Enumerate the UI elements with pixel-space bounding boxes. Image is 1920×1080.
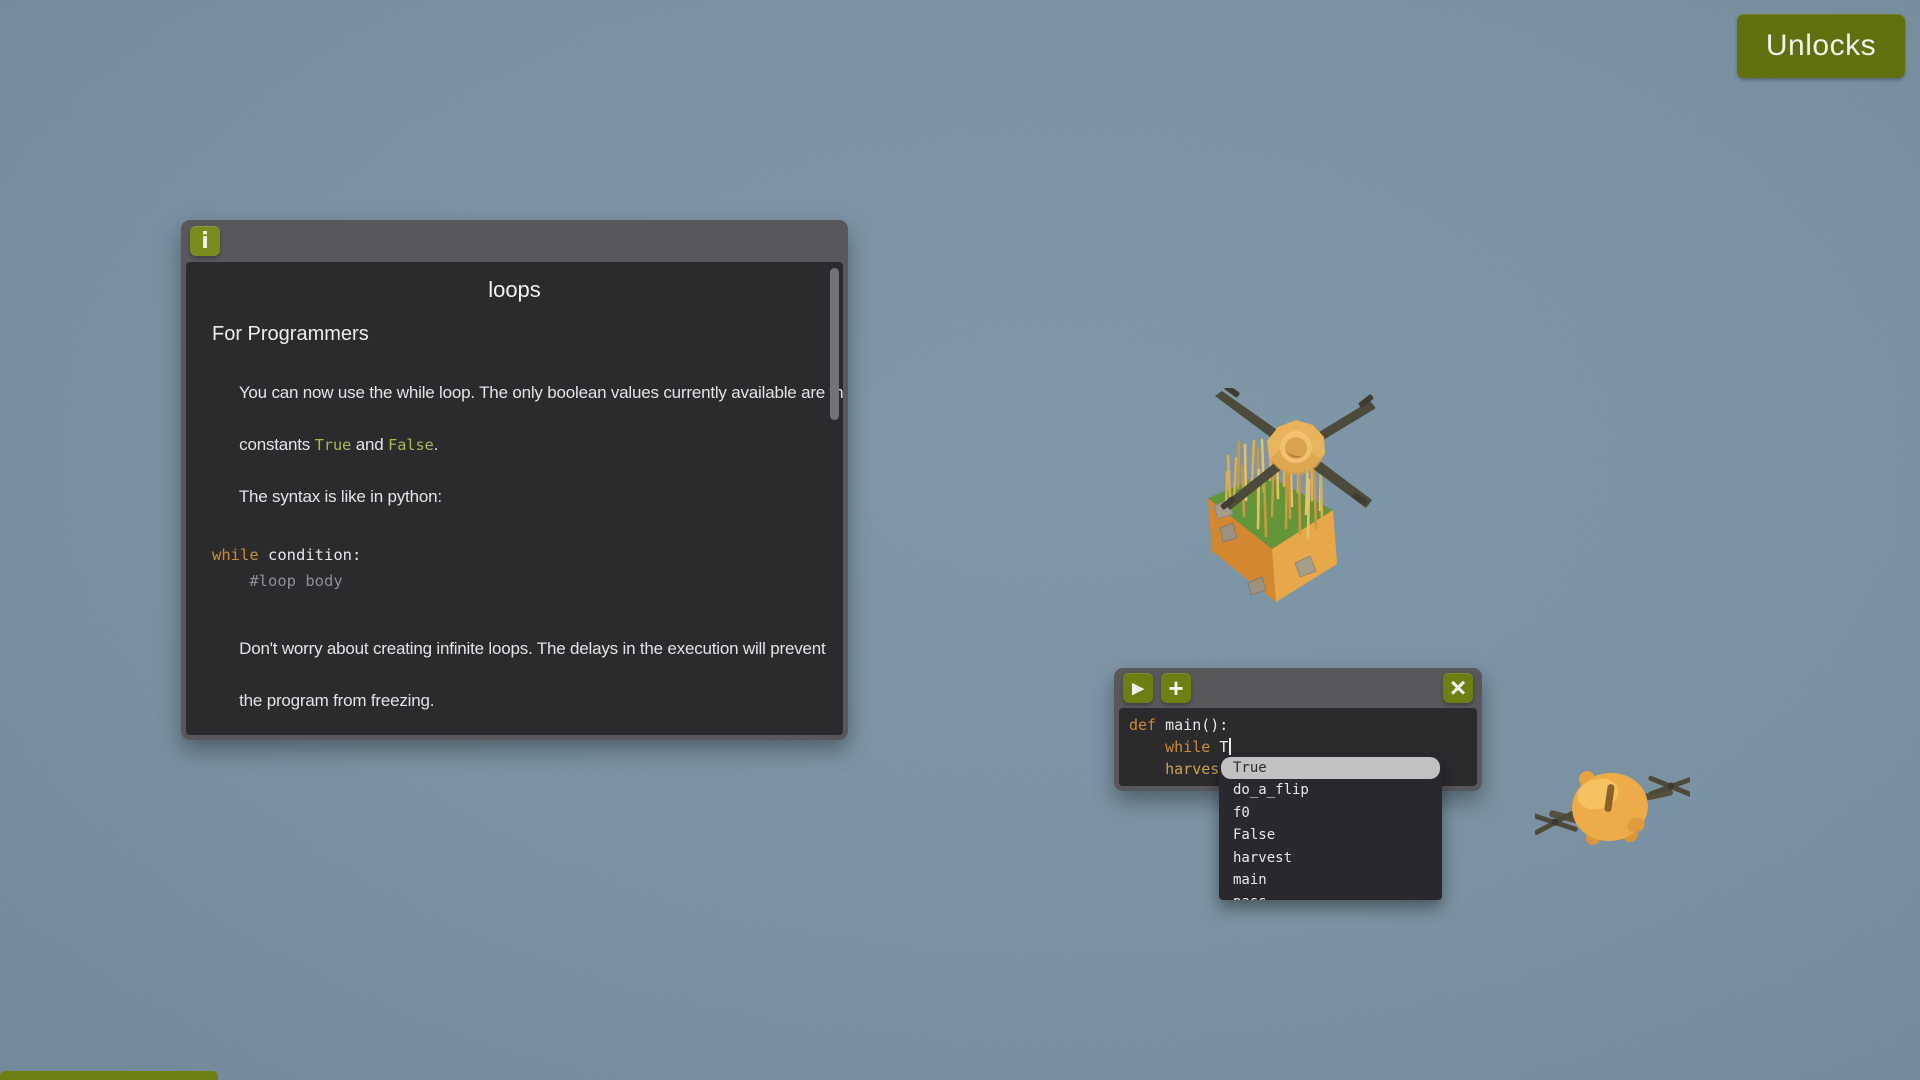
text-cursor xyxy=(1229,738,1231,755)
scene-background: { "colors": { "background": "#7b92a2", "… xyxy=(0,0,1920,1080)
inline-code-true: True xyxy=(315,436,352,454)
code-line: while condition: xyxy=(212,542,817,568)
code-line: def main(): xyxy=(1129,714,1477,736)
paragraph-while-loop: You can now use the while loop. The only… xyxy=(212,354,817,536)
paragraph-line: You can now use the while loop. The only… xyxy=(239,383,843,402)
code-line-comment: #loop body xyxy=(212,568,817,594)
piggy-body xyxy=(1568,768,1653,846)
paragraph-line: Don't worry about creating infinite loop… xyxy=(239,639,825,658)
paragraph-line: The syntax is like in python: xyxy=(239,487,442,506)
paragraph-text: and xyxy=(351,435,388,454)
keyword-while: while xyxy=(1129,738,1210,756)
autocomplete-item-harvest[interactable]: harvest xyxy=(1219,847,1442,869)
paragraph-line: constants xyxy=(239,435,315,454)
autocomplete-dropdown: True do_a_flip f0 False harvest main pas… xyxy=(1219,755,1442,900)
paragraph-text: . xyxy=(434,435,439,454)
paragraph-line: the program from freezing. xyxy=(239,691,434,710)
plus-icon[interactable]: + xyxy=(1161,673,1191,703)
scrollbar-thumb[interactable] xyxy=(830,268,839,420)
code-block-while-syntax: while condition: #loop body xyxy=(212,542,817,594)
bottom-left-button[interactable] xyxy=(0,1071,218,1080)
info-panel-scrollbar xyxy=(830,268,839,723)
page-title: loops xyxy=(212,276,817,304)
piggy-bank-drone-sprite xyxy=(1535,746,1690,864)
section-heading-programmers: For Programmers xyxy=(212,322,817,346)
keyword-while: while xyxy=(212,546,259,564)
editor-header[interactable]: ▶ + × xyxy=(1119,668,1477,708)
info-icon[interactable]: i xyxy=(190,226,220,256)
info-panel: i loops For Programmers You can now use … xyxy=(181,220,848,740)
unlocks-button[interactable]: Unlocks xyxy=(1737,14,1905,78)
keyword-def: def xyxy=(1129,716,1156,734)
autocomplete-item-pass[interactable]: pass xyxy=(1219,891,1442,900)
code-text: T xyxy=(1210,738,1228,756)
info-panel-header: i xyxy=(186,220,843,262)
code-text: main(): xyxy=(1156,716,1228,734)
code-text: condition: xyxy=(259,546,362,564)
inline-code-false: False xyxy=(388,436,434,454)
hay-tile-drone-sprite xyxy=(1200,388,1375,606)
close-icon[interactable]: × xyxy=(1443,673,1473,703)
autocomplete-item-do-a-flip[interactable]: do_a_flip xyxy=(1219,779,1442,801)
play-icon[interactable]: ▶ xyxy=(1123,673,1153,703)
autocomplete-item-main[interactable]: main xyxy=(1219,869,1442,891)
autocomplete-item-true[interactable]: True xyxy=(1221,757,1440,779)
autocomplete-item-f0[interactable]: f0 xyxy=(1219,802,1442,824)
paragraph-infinite-loops: Don't worry about creating infinite loop… xyxy=(212,610,817,735)
info-panel-body: loops For Programmers You can now use th… xyxy=(186,262,843,735)
autocomplete-item-false[interactable]: False xyxy=(1219,824,1442,846)
